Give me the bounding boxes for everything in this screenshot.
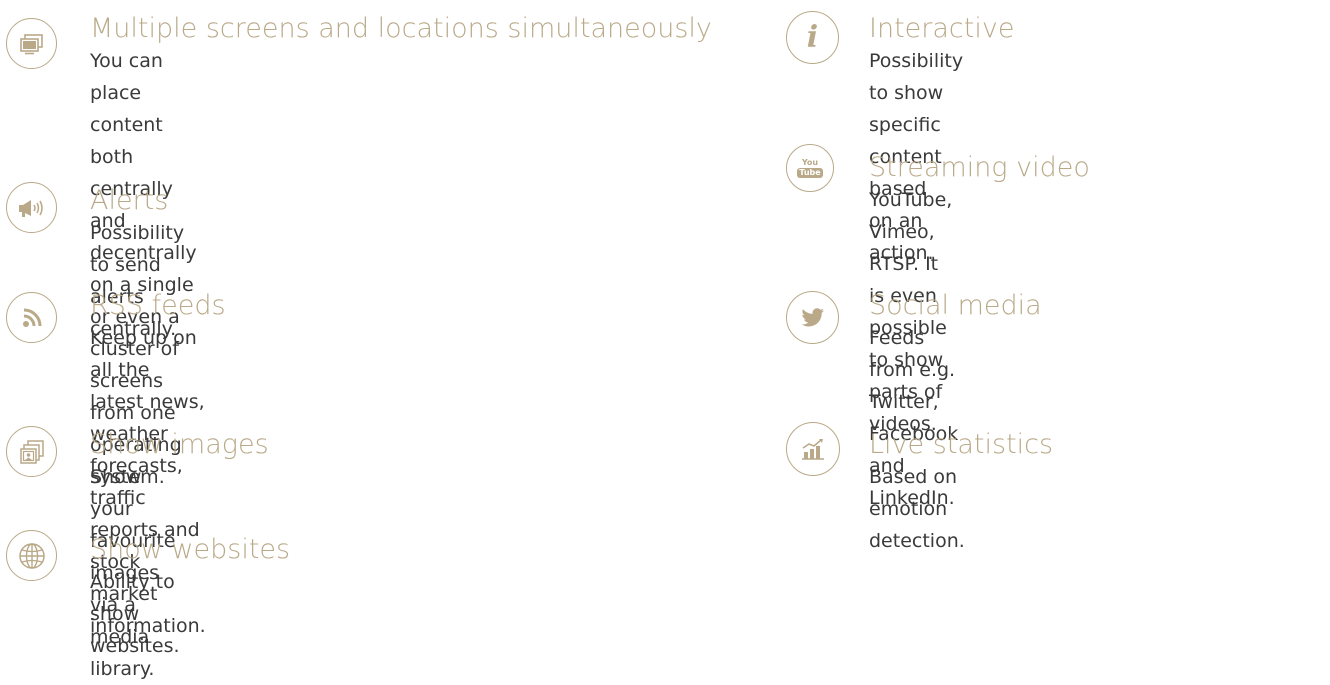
youtube-icon: You Tube — [786, 144, 834, 192]
feature-title: Live statistics — [869, 429, 1054, 460]
twitter-bird-icon — [786, 291, 839, 344]
feature-description: Based on emotion detection. — [869, 466, 965, 552]
feature-title: RSS feeds — [90, 290, 226, 321]
bar-chart-icon — [786, 422, 840, 476]
globe-icon — [6, 530, 57, 581]
monitor-icon — [6, 18, 57, 69]
feature-title: Show images — [90, 429, 269, 460]
feature-title: Alerts — [90, 185, 169, 216]
images-icon — [6, 426, 57, 477]
rss-icon — [6, 292, 57, 343]
info-icon: i — [786, 11, 839, 64]
feature-title: Streaming video — [869, 152, 1090, 183]
feature-title: Interactive — [869, 13, 1015, 44]
feature-title: Social media — [869, 290, 1042, 321]
feature-title: Show websites — [90, 534, 291, 565]
megaphone-icon — [6, 182, 57, 233]
feature-description: Ability to show websites. — [90, 571, 180, 657]
feature-title: Multiple screens and locations simultane… — [90, 13, 712, 44]
